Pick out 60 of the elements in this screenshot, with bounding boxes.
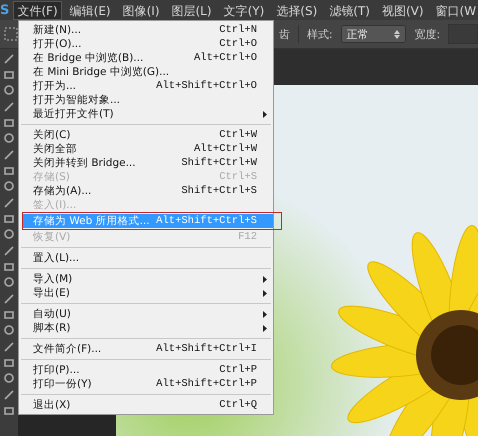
menu-item[interactable]: 最近打开文件(T) bbox=[19, 107, 273, 121]
tool-icon[interactable] bbox=[3, 373, 15, 385]
menu-item[interactable]: 新建(N)... Ctrl+N bbox=[19, 23, 273, 37]
tool-icon[interactable] bbox=[3, 277, 15, 289]
menu-title[interactable]: 图像(I) bbox=[118, 0, 164, 20]
menu-title[interactable]: 视图(V) bbox=[378, 0, 428, 20]
tool-icon[interactable] bbox=[3, 53, 15, 65]
menu-item[interactable]: 导入(M) bbox=[19, 272, 273, 286]
tool-icon[interactable] bbox=[3, 405, 15, 417]
marquee-icon[interactable] bbox=[4, 27, 18, 41]
tool-icon[interactable] bbox=[3, 229, 15, 241]
menu-item[interactable]: 打印(P)... Ctrl+P bbox=[19, 363, 273, 377]
menu-item[interactable]: 自动(U) bbox=[19, 307, 273, 321]
menu-item[interactable]: 打开为智能对象... bbox=[19, 93, 273, 107]
menu-title[interactable]: 选择(S) bbox=[272, 0, 322, 20]
menu-item[interactable]: 关闭(C) Ctrl+W bbox=[19, 128, 273, 142]
submenu-arrow-icon bbox=[263, 110, 267, 118]
menu-item[interactable]: 在 Mini Bridge 中浏览(G)... bbox=[19, 65, 273, 79]
tool-icon[interactable] bbox=[3, 293, 15, 305]
menu-item[interactable]: 在 Bridge 中浏览(B)... Alt+Ctrl+O bbox=[19, 51, 273, 65]
tool-icon[interactable] bbox=[3, 149, 15, 161]
tool-icon[interactable] bbox=[3, 69, 15, 81]
menu-title[interactable]: 窗口(W bbox=[432, 0, 478, 20]
tool-icon[interactable] bbox=[3, 309, 15, 321]
tool-icon[interactable] bbox=[3, 245, 15, 257]
stepper-icon bbox=[394, 30, 400, 38]
tool-icon[interactable] bbox=[3, 181, 15, 193]
tool-icon[interactable] bbox=[3, 165, 15, 177]
menu-item[interactable]: 文件简介(F)... Alt+Shift+Ctrl+I bbox=[19, 342, 273, 356]
tool-icon[interactable] bbox=[3, 261, 15, 273]
menu-item[interactable]: 存储为(A)... Shift+Ctrl+S bbox=[19, 184, 273, 198]
tool-icon[interactable] bbox=[3, 197, 15, 209]
tool-icon[interactable] bbox=[3, 101, 15, 113]
menu-item[interactable]: 导出(E) bbox=[19, 286, 273, 300]
menu-item[interactable]: 关闭全部 Alt+Ctrl+W bbox=[19, 142, 273, 156]
tool-icon[interactable] bbox=[3, 341, 15, 353]
tool-icon[interactable] bbox=[3, 357, 15, 369]
app-logo: S bbox=[0, 2, 10, 18]
menu-title[interactable]: 文件(F) bbox=[13, 0, 62, 20]
width-label: 宽度: bbox=[414, 26, 440, 42]
menu-title[interactable]: 文字(Y) bbox=[220, 0, 268, 20]
tool-icon[interactable] bbox=[3, 389, 15, 401]
menu-title[interactable]: 图层(L) bbox=[168, 0, 216, 20]
style-label: 样式: bbox=[306, 26, 333, 42]
menu-item[interactable]: 脚本(R) bbox=[19, 321, 273, 335]
menu-item[interactable]: 置入(L)... bbox=[19, 251, 273, 265]
menu-title[interactable]: 编辑(E) bbox=[66, 0, 115, 20]
tool-icon[interactable] bbox=[3, 85, 15, 97]
menu-item[interactable]: 打开为... Alt+Shift+Ctrl+O bbox=[19, 79, 273, 93]
menu-title[interactable]: 滤镜(T) bbox=[325, 0, 374, 20]
tool-icon[interactable] bbox=[3, 133, 15, 145]
menu-item[interactable]: 退出(X) Ctrl+Q bbox=[19, 398, 273, 412]
menu-item[interactable]: 打开(O)... Ctrl+O bbox=[19, 37, 273, 51]
antialias-label: 齿 bbox=[278, 26, 290, 42]
tool-icon[interactable] bbox=[3, 117, 15, 129]
tool-icon[interactable] bbox=[3, 213, 15, 225]
style-dropdown[interactable]: 正常 bbox=[340, 25, 406, 43]
menu-item[interactable]: 打印一份(Y) Alt+Shift+Ctrl+P bbox=[19, 377, 273, 391]
tool-icon[interactable] bbox=[3, 325, 15, 337]
menu-item[interactable]: 关闭并转到 Bridge... Shift+Ctrl+W bbox=[19, 156, 273, 170]
